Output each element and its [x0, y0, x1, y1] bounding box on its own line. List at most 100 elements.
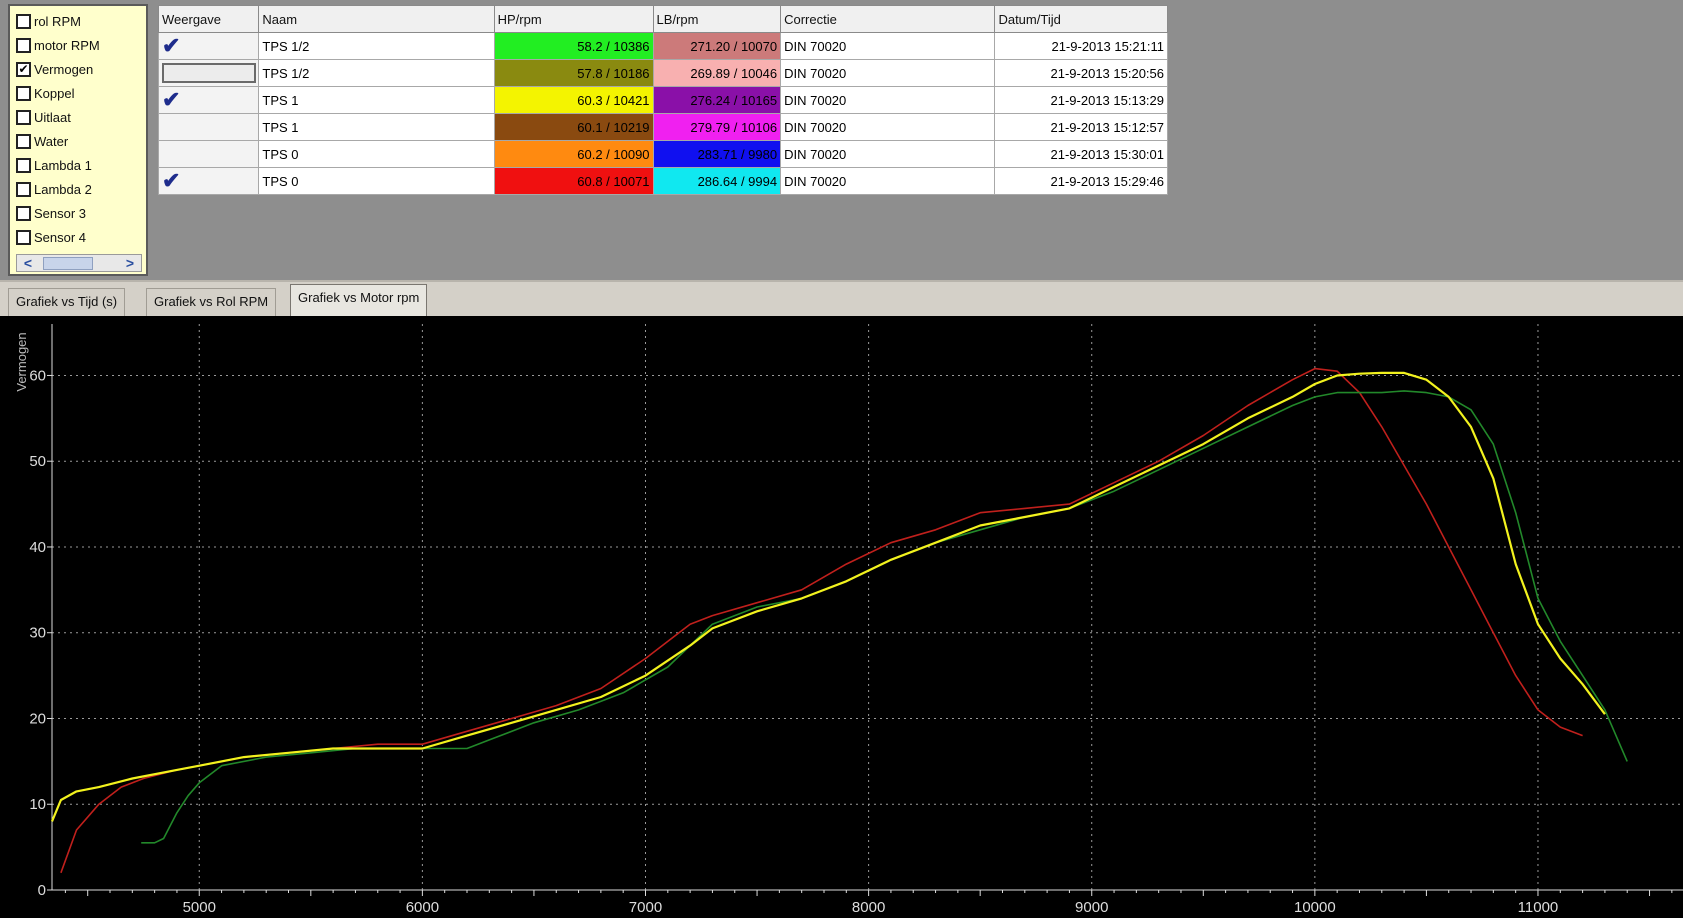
hp-rpm-cell: 58.2 / 10386 [493, 32, 654, 60]
table-row[interactable]: ✔ TPS 1/2 58.2 / 10386 271.20 / 10070 DIN 70… [157, 32, 1168, 60]
correctie-cell: DIN 70020 [780, 86, 996, 114]
channel-checkbox[interactable] [16, 181, 31, 197]
channel-label: Water [34, 133, 69, 149]
graph-tab[interactable]: Grafiek vs Motor rpm [290, 284, 428, 316]
channel-checkbox[interactable] [16, 205, 31, 221]
series-line [60, 367, 1583, 874]
lb-rpm-cell: 271.20 / 10070 [652, 32, 782, 60]
channel-label: Lambda 2 [34, 181, 92, 197]
col-naam[interactable]: Naam [258, 5, 495, 33]
channel-checkbox[interactable] [16, 85, 31, 101]
channel-label: Vermogen [34, 61, 94, 77]
channel-scrollbar[interactable]: < > [16, 254, 142, 272]
lb-rpm-cell: 283.71 / 9980 [652, 140, 782, 168]
channel-item[interactable]: Koppel [16, 82, 74, 104]
channel-item[interactable]: rol RPM [16, 10, 81, 32]
correctie-cell: DIN 70020 [780, 167, 996, 195]
hp-rpm-cell: 60.8 / 10071 [493, 167, 654, 195]
naam-cell: TPS 1 [258, 86, 495, 114]
col-lb-rpm[interactable]: LB/rpm [652, 5, 782, 33]
channel-item[interactable]: Lambda 1 [16, 154, 92, 176]
table-row[interactable]: TPS 1/2 57.8 / 10186 269.89 / 10046 DIN 700… [157, 59, 1168, 87]
channel-label: Uitlaat [34, 109, 71, 125]
datum-cell: 21-9-2013 15:13:29 [994, 86, 1168, 114]
chart-canvas: 0 10 20 30 40 50 60 5000 6000 7000 8000 9000 10000 11… [14, 324, 1683, 916]
datum-cell: 21-9-2013 15:30:01 [994, 140, 1168, 168]
channel-checkbox[interactable] [16, 229, 31, 245]
channel-item[interactable]: ✔ Vermogen [16, 58, 93, 80]
channel-item[interactable]: Sensor 3 [16, 202, 86, 224]
datum-cell: 21-9-2013 15:21:11 [994, 32, 1168, 60]
weergave-cell[interactable] [157, 59, 260, 87]
weergave-cell[interactable]: ✔ [157, 86, 260, 114]
channel-label: rol RPM [34, 13, 81, 29]
y-tick-label: 30 [29, 625, 46, 642]
naam-cell: TPS 1/2 [258, 32, 495, 60]
channel-item[interactable]: motor RPM [16, 34, 100, 56]
weergave-cell[interactable] [157, 113, 260, 141]
series-line [141, 390, 1628, 844]
col-hp-rpm[interactable]: HP/rpm [493, 5, 654, 33]
graph-tab[interactable]: Grafiek vs Rol RPM [146, 288, 277, 316]
y-tick-label: 60 [29, 367, 46, 384]
graph-tab[interactable]: Grafiek vs Tijd (s) [8, 288, 126, 316]
table-row[interactable]: ✔ TPS 1 60.3 / 10421 276.24 / 10165 DIN 7002… [157, 86, 1168, 114]
channel-checkbox[interactable] [16, 37, 31, 53]
scroll-right-icon[interactable]: > [121, 255, 139, 271]
channel-checkbox[interactable] [16, 13, 31, 29]
channel-item[interactable]: Lambda 2 [16, 178, 92, 200]
lb-rpm-cell: 276.24 / 10165 [652, 86, 782, 114]
table-row[interactable]: ✔ TPS 0 60.8 / 10071 286.64 / 9994 DIN 70020… [157, 167, 1168, 195]
x-tick-label: 6000 [406, 899, 439, 916]
col-weergave[interactable]: Weergave [157, 5, 260, 33]
scroll-thumb[interactable] [43, 257, 93, 270]
runs-overview-panel: rol RPM motor RPM ✔ Vermogen Koppel Uitlaat Wa… [0, 0, 1683, 280]
channel-label: Koppel [34, 85, 75, 101]
power-chart: 0 10 20 30 40 50 60 5000 6000 7000 8000 9000 10000 11… [0, 316, 1683, 918]
weergave-cell[interactable]: ✔ [157, 32, 260, 60]
table-row[interactable]: TPS 0 60.2 / 10090 283.71 / 9980 DIN 70020 2… [157, 140, 1168, 168]
hp-rpm-cell: 60.1 / 10219 [493, 113, 654, 141]
series-line [50, 371, 1606, 822]
channel-item[interactable]: Uitlaat [16, 106, 71, 128]
datum-cell: 21-9-2013 15:20:56 [994, 59, 1168, 87]
y-tick-label: 20 [29, 710, 46, 727]
hp-rpm-cell: 60.2 / 10090 [493, 140, 654, 168]
correctie-cell: DIN 70020 [780, 32, 996, 60]
naam-cell: TPS 1 [258, 113, 495, 141]
cell-focus-box[interactable] [162, 63, 256, 83]
hp-rpm-cell: 60.3 / 10421 [493, 86, 654, 114]
y-axis-label: Vermogen [14, 332, 29, 391]
col-correctie[interactable]: Correctie [780, 5, 996, 33]
checkmark-icon: ✔ [162, 33, 181, 58]
channel-item[interactable]: Sensor 4 [16, 226, 86, 248]
x-tick-label: 8000 [852, 899, 885, 916]
y-tick-label: 0 [38, 882, 46, 899]
correctie-cell: DIN 70020 [780, 113, 996, 141]
channel-label: Sensor 3 [34, 205, 87, 221]
channel-checkbox[interactable] [16, 133, 31, 149]
lb-rpm-cell: 286.64 / 9994 [652, 167, 782, 195]
checkmark-icon: ✔ [162, 87, 181, 112]
col-datum-tijd[interactable]: Datum/Tijd [994, 5, 1168, 33]
scroll-left-icon[interactable]: < [19, 255, 37, 271]
hp-rpm-cell: 57.8 / 10186 [493, 59, 654, 87]
correctie-cell: DIN 70020 [780, 140, 996, 168]
lb-rpm-cell: 279.79 / 10106 [652, 113, 782, 141]
channel-item[interactable]: Water [16, 130, 68, 152]
weergave-cell[interactable]: ✔ [157, 167, 260, 195]
table-row[interactable]: TPS 1 60.1 / 10219 279.79 / 10106 DIN 70020… [157, 113, 1168, 141]
x-tick-label: 7000 [629, 899, 662, 916]
x-tick-label: 10000 [1294, 899, 1336, 916]
channel-checkbox[interactable]: ✔ [16, 61, 31, 77]
weergave-cell[interactable] [157, 140, 260, 168]
y-tick-label: 40 [29, 539, 46, 556]
y-tick-label: 10 [29, 796, 46, 813]
channel-selector: rol RPM motor RPM ✔ Vermogen Koppel Uitlaat Wa… [8, 4, 148, 276]
channel-label: motor RPM [34, 37, 100, 53]
channel-checkbox[interactable] [16, 157, 31, 173]
channel-checkbox[interactable] [16, 109, 31, 125]
x-tick-label: 11000 [1518, 899, 1559, 916]
correctie-cell: DIN 70020 [780, 59, 996, 87]
y-tick-label: 50 [29, 453, 46, 470]
